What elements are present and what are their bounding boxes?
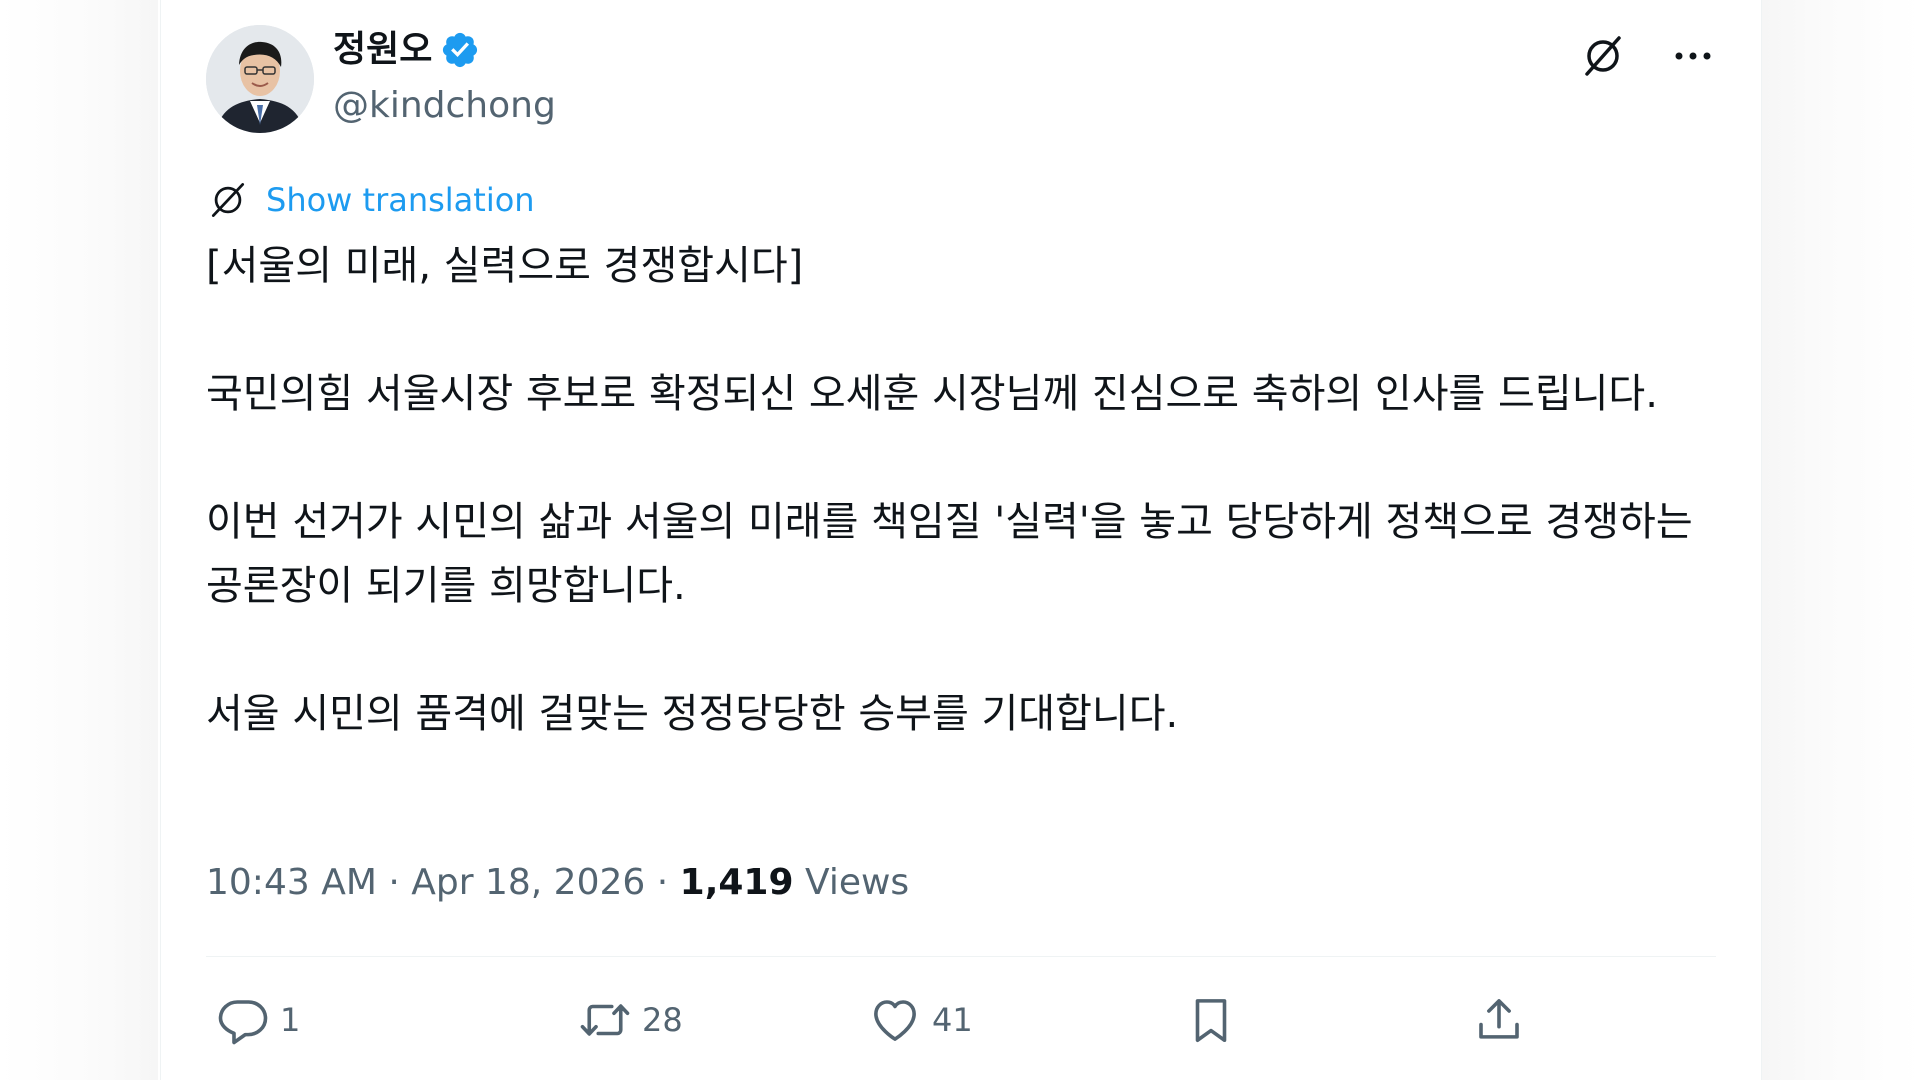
share-button[interactable] (1472, 990, 1526, 1050)
tweet-meta: 10:43 AM · Apr 18, 2026 · 1,419 Views (206, 860, 909, 906)
tweet-actions-bar: 1 28 41 (206, 990, 1716, 1050)
verified-badge-icon (443, 32, 478, 68)
avatar[interactable] (206, 25, 314, 133)
show-translation-label: Show translation (266, 181, 535, 219)
background-right (1762, 0, 1920, 1080)
meta-separator: · (656, 862, 669, 903)
more-options-button[interactable] (1667, 30, 1719, 82)
meta-separator: · (388, 862, 400, 903)
like-button[interactable]: 41 (868, 990, 973, 1050)
more-options-icon (1675, 52, 1711, 60)
tweet-header-actions (1577, 30, 1719, 82)
tweet-card: 정원오 @kindchong Show translation [서울의 미래,… (160, 0, 1762, 1080)
reply-icon (218, 1000, 268, 1045)
tweet-paragraph: 국민의힘 서울시장 후보로 확정되신 오세훈 시장님께 진심으로 축하의 인사를… (206, 371, 1658, 417)
share-icon (1479, 999, 1519, 1039)
translate-icon (211, 183, 245, 217)
background-left (0, 0, 158, 1080)
tweet-paragraph: 이번 선거가 시민의 삶과 서울의 미래를 책임질 '실력'을 놓고 당당하게 … (206, 499, 1706, 609)
author-name-row: 정원오 (333, 28, 480, 72)
retweet-icon (580, 1004, 630, 1036)
page: 정원오 @kindchong Show translation [서울의 미래,… (0, 0, 1920, 1080)
bookmark-button[interactable] (1184, 990, 1238, 1050)
like-count: 41 (932, 1001, 973, 1039)
profile-photo-icon (206, 25, 314, 133)
show-translation-link[interactable]: Show translation (206, 178, 535, 222)
tweet-paragraph: [서울의 미래, 실력으로 경쟁합시다] (206, 243, 804, 289)
views-count: 1,419 (679, 862, 794, 903)
heart-icon (874, 1000, 916, 1041)
grok-button[interactable] (1577, 30, 1629, 82)
tweet-time[interactable]: 10:43 AM (206, 862, 377, 903)
author-handle[interactable]: @kindchong (333, 84, 556, 128)
divider (206, 956, 1716, 957)
tweet-date[interactable]: Apr 18, 2026 (411, 862, 645, 903)
tweet-text: [서울의 미래, 실력으로 경쟁합시다] 국민의힘 서울시장 후보로 확정되신 … (206, 234, 1726, 810)
views-label: Views (804, 862, 910, 903)
tweet-paragraph: 서울 시민의 품격에 걸맞는 정정당당한 승부를 기대합니다. (206, 691, 1179, 737)
retweet-count: 28 (642, 1001, 683, 1039)
bookmark-icon (1195, 999, 1227, 1043)
author-display-name[interactable]: 정원오 (333, 28, 432, 72)
reply-count: 1 (280, 1001, 301, 1039)
reply-button[interactable]: 1 (216, 990, 300, 1050)
retweet-button[interactable]: 28 (578, 990, 683, 1050)
grok-icon (1585, 36, 1621, 76)
